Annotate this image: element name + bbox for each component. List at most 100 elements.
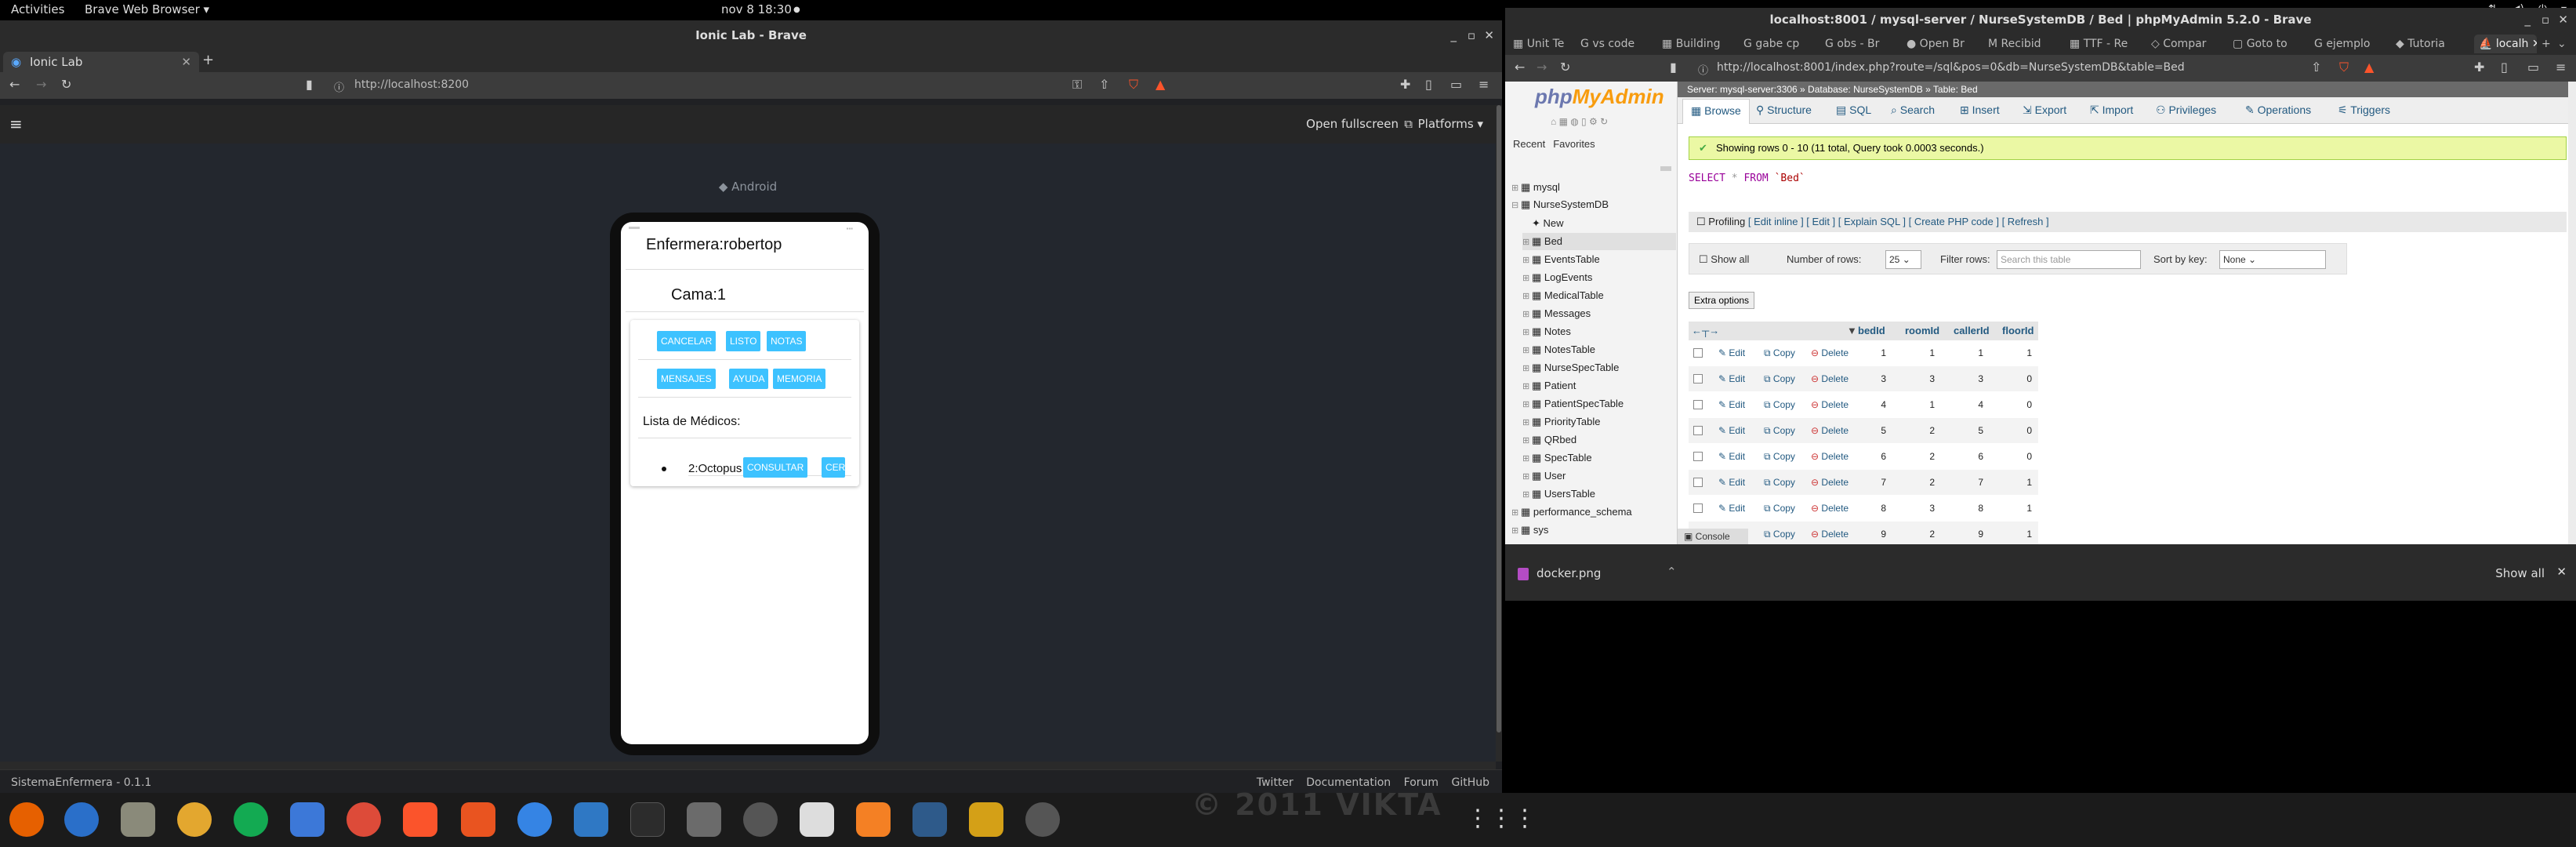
tab-structure[interactable]: ⚲ Structure <box>1756 104 1812 117</box>
files-icon[interactable] <box>121 802 155 837</box>
row-checkbox[interactable] <box>1693 400 1703 409</box>
tree-item[interactable]: ⊞ ▦ MedicalTable <box>1522 287 1604 304</box>
breadcrumb[interactable]: Server: mysql-server:3306 » Database: Nu… <box>1678 82 2576 97</box>
brave-rewards-icon[interactable]: ▲ <box>2364 60 2374 75</box>
brave-shield-icon[interactable]: ⛉ <box>1129 77 1138 93</box>
hamburger-icon[interactable]: ≡ <box>9 115 23 133</box>
firefox-icon[interactable] <box>9 802 44 837</box>
tab-item[interactable]: G obs - Br <box>1825 35 1903 53</box>
delete-link[interactable]: ⊖ Delete <box>1811 503 1849 514</box>
tab-search[interactable]: ⌕ Search <box>1891 104 1935 117</box>
brave-shield-icon[interactable]: ⛉ <box>2339 60 2349 75</box>
tab-privileges[interactable]: ⚇ Privileges <box>2156 104 2216 117</box>
mongodb-compass-icon[interactable] <box>234 802 268 837</box>
column-arrows[interactable]: ←┬→ <box>1692 325 1719 336</box>
show-all-downloads[interactable]: Show all <box>2495 566 2545 580</box>
tab-item[interactable]: G ejemplo <box>2314 35 2393 53</box>
copy-link[interactable]: ⧉ Copy <box>1764 477 1795 489</box>
left-horizontal-scrollbar[interactable] <box>0 762 1496 769</box>
close-icon[interactable]: ✕ <box>1484 20 1494 50</box>
open-fullscreen-link[interactable]: Open fullscreen <box>1306 117 1399 131</box>
copy-link[interactable]: ⧉ Copy <box>1764 529 1795 540</box>
activities-button[interactable]: Activities <box>11 2 64 16</box>
tab-insert[interactable]: ⊞ Insert <box>1960 104 2000 117</box>
right-url[interactable]: http://localhost:8001/index.php?route=/s… <box>1717 61 2185 74</box>
tab-item[interactable]: ▢ Goto to <box>2233 35 2311 53</box>
row-checkbox[interactable] <box>1693 426 1703 435</box>
tab-operations[interactable]: ✎ Operations <box>2245 104 2311 117</box>
app-icon[interactable] <box>743 802 778 837</box>
tree-item[interactable]: ⊞ ▦ Messages <box>1522 305 1591 322</box>
tab-item[interactable]: G vs code <box>1580 35 1659 53</box>
tab-browse[interactable]: ▦ Browse <box>1682 99 1750 124</box>
maximize-icon[interactable]: ▫ <box>1468 20 1475 50</box>
back-icon[interactable]: ← <box>9 77 20 92</box>
software-icon[interactable] <box>461 802 495 837</box>
minimize-icon[interactable]: _ <box>1451 20 1457 50</box>
listo-button[interactable]: LISTO <box>726 331 761 351</box>
browser-menu-icon[interactable]: ≡ <box>1478 77 1489 92</box>
bookmark-icon[interactable]: ▮ <box>1670 60 1677 75</box>
scroll-thumb[interactable] <box>1497 105 1501 732</box>
wallet-icon[interactable]: ▭ <box>2527 60 2539 75</box>
col-roomId[interactable]: roomId <box>1905 325 1939 336</box>
tab-active[interactable]: ⛵ localh ✕ <box>2474 35 2537 53</box>
delete-link[interactable]: ⊖ Delete <box>1811 451 1849 462</box>
tree-item[interactable]: ⊞ ▦ QRbed <box>1522 431 1576 449</box>
minimize-icon[interactable]: _ <box>2525 8 2531 31</box>
show-applications-icon[interactable]: ⋮⋮⋮ <box>1466 805 1537 832</box>
tree-item[interactable]: ⊞ ▦ EventsTable <box>1522 251 1600 268</box>
copy-link[interactable]: ⧉ Copy <box>1764 347 1795 359</box>
col-callerId[interactable]: callerId <box>1954 325 1990 336</box>
filter-input[interactable]: Search this table <box>1997 250 2141 269</box>
clock[interactable]: nov 8 18:30 <box>721 2 792 16</box>
external-link-icon[interactable]: ⧉ <box>1404 117 1413 131</box>
tab-close-icon[interactable]: ✕ <box>181 52 191 72</box>
gimp-icon[interactable] <box>687 802 721 837</box>
tab-item[interactable]: ▦ Building <box>1662 35 1740 53</box>
edit-link[interactable]: ✎ Edit <box>1718 425 1745 436</box>
consultar-button[interactable]: CONSULTAR <box>743 457 808 478</box>
extensions-icon[interactable]: ✚ <box>1400 77 1410 92</box>
tree-item[interactable]: ⊞ ▦ Notes <box>1522 323 1571 340</box>
new-tab-icon[interactable]: + <box>202 52 214 68</box>
collapse-all-icon[interactable] <box>1660 166 1671 171</box>
tree-item[interactable]: ⊞ ▦ LogEvents <box>1522 269 1592 286</box>
sidebar-icon[interactable]: ▯ <box>1425 77 1432 92</box>
maximize-icon[interactable]: ▫ <box>2542 8 2549 31</box>
trash-icon[interactable] <box>1025 802 1060 837</box>
sort-select[interactable]: None ⌄ <box>2219 250 2326 269</box>
terminal-icon[interactable] <box>630 802 665 837</box>
delete-link[interactable]: ⊖ Delete <box>1811 477 1849 488</box>
left-vertical-scrollbar[interactable] <box>1496 105 1502 762</box>
share-icon[interactable]: ⇧ <box>1099 77 1109 92</box>
new-tab-icon[interactable]: + <box>2542 35 2557 53</box>
tab-item[interactable]: ◆ Tutoria <box>2396 35 2474 53</box>
writer-icon[interactable] <box>290 802 325 837</box>
text-editor-icon[interactable] <box>574 802 608 837</box>
delete-link[interactable]: ⊖ Delete <box>1811 373 1849 384</box>
wallet-icon[interactable]: ▭ <box>1450 77 1462 92</box>
rhythmbox-icon[interactable] <box>177 802 212 837</box>
pet-app-icon[interactable] <box>969 802 1003 837</box>
platforms-dropdown[interactable]: Platforms ▾ <box>1418 117 1483 131</box>
back-icon[interactable]: ← <box>1515 60 1525 75</box>
edit-link[interactable]: ✎ Edit <box>1718 503 1745 514</box>
footer-link-github[interactable]: GitHub <box>1451 776 1489 789</box>
query-action-links[interactable]: [ Edit inline ] [ Edit ] [ Explain SQL ]… <box>1748 216 2049 227</box>
tree-item[interactable]: ⊞ ▦ NotesTable <box>1522 341 1595 358</box>
site-info-icon[interactable]: ⓘ <box>1698 62 1708 77</box>
row-checkbox[interactable] <box>1693 503 1703 513</box>
tree-item[interactable]: ⊞ ▦ UsersTable <box>1522 485 1595 503</box>
ayuda-button[interactable]: AYUDA <box>729 369 769 389</box>
chevron-up-icon[interactable]: ⌃ <box>1667 565 1677 579</box>
tree-item[interactable]: ⊞ ▦ performance_schema <box>1511 503 1632 521</box>
copy-link[interactable]: ⧉ Copy <box>1764 425 1795 437</box>
delete-link[interactable]: ⊖ Delete <box>1811 529 1849 540</box>
tab-sql[interactable]: ▤ SQL <box>1836 104 1871 117</box>
delete-link[interactable]: ⊖ Delete <box>1811 425 1849 436</box>
thunderbird-icon[interactable] <box>64 802 99 837</box>
extra-options-button[interactable]: Extra options <box>1689 292 1755 309</box>
copy-link[interactable]: ⧉ Copy <box>1764 451 1795 463</box>
reload-icon[interactable]: ↻ <box>61 77 71 92</box>
